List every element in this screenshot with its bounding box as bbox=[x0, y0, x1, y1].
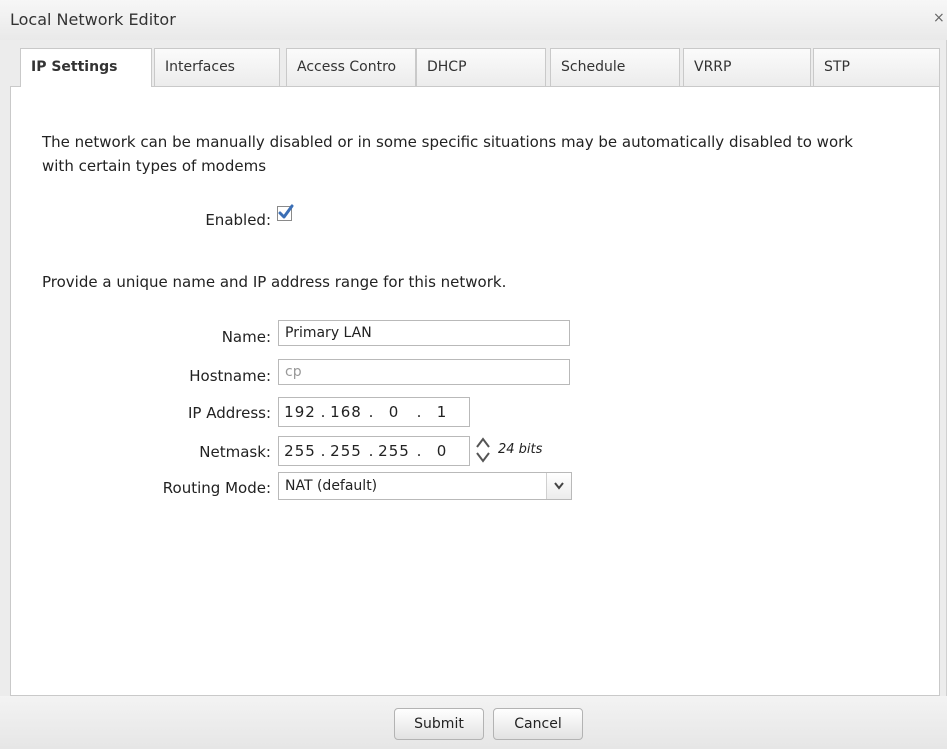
netmask-field[interactable]: 255 . 255 . 255 . 0 bbox=[278, 436, 470, 466]
netmask-separator: . bbox=[416, 442, 422, 460]
netmask-separator: . bbox=[368, 442, 374, 460]
tab-interfaces[interactable]: Interfaces bbox=[154, 48, 280, 86]
netmask-octet-3[interactable]: 255 bbox=[375, 442, 413, 460]
name-field[interactable]: Primary LAN bbox=[278, 320, 570, 346]
netmask-separator: . bbox=[320, 442, 326, 460]
tab-vrrp[interactable]: VRRP bbox=[683, 48, 811, 86]
enabled-label: Enabled: bbox=[205, 211, 271, 229]
routing-mode-label: Routing Mode: bbox=[162, 479, 271, 497]
ip-separator: . bbox=[416, 403, 422, 421]
tab-dhcp[interactable]: DHCP bbox=[416, 48, 546, 86]
close-icon[interactable]: × bbox=[933, 10, 945, 26]
ip-octet-3[interactable]: 0 bbox=[375, 403, 413, 421]
name-label: Name: bbox=[221, 328, 271, 346]
netmask-label: Netmask: bbox=[199, 443, 271, 461]
tab-ip-settings[interactable]: IP Settings bbox=[20, 48, 152, 87]
spinner-arrows-icon bbox=[476, 437, 490, 463]
tab-schedule[interactable]: Schedule bbox=[550, 48, 680, 86]
routing-mode-value: NAT (default) bbox=[285, 478, 378, 494]
netmask-octet-1[interactable]: 255 bbox=[281, 442, 319, 460]
local-network-editor-dialog: Local Network Editor × IP Settings Inter… bbox=[0, 0, 947, 749]
range-description: Provide a unique name and IP address ran… bbox=[42, 273, 507, 291]
tab-access-control[interactable]: Access Contro bbox=[286, 48, 416, 86]
routing-mode-select[interactable]: NAT (default) bbox=[278, 472, 572, 500]
dialog-footer: Submit Cancel bbox=[0, 696, 947, 749]
dialog-title: Local Network Editor bbox=[10, 10, 176, 29]
enabled-checkbox[interactable] bbox=[277, 204, 294, 221]
checkmark-icon bbox=[278, 204, 294, 219]
chevron-down-icon[interactable] bbox=[546, 473, 571, 499]
netmask-bits: 24 bits bbox=[498, 442, 543, 457]
netmask-octet-2[interactable]: 255 bbox=[327, 442, 365, 460]
ip-separator: . bbox=[320, 403, 326, 421]
ip-octet-2[interactable]: 168 bbox=[327, 403, 365, 421]
cancel-button[interactable]: Cancel bbox=[493, 708, 583, 740]
tab-stp[interactable]: STP bbox=[813, 48, 940, 86]
submit-button[interactable]: Submit bbox=[394, 708, 484, 740]
hostname-field[interactable]: cp bbox=[278, 359, 570, 385]
ip-octet-1[interactable]: 192 bbox=[281, 403, 319, 421]
netmask-spinner[interactable] bbox=[473, 434, 493, 466]
dialog-titlebar: Local Network Editor × bbox=[0, 0, 947, 40]
tab-bar: IP Settings Interfaces Access Contro DHC… bbox=[0, 40, 947, 87]
netmask-octet-4[interactable]: 0 bbox=[423, 442, 461, 460]
ip-address-label: IP Address: bbox=[187, 404, 271, 422]
hostname-label: Hostname: bbox=[189, 367, 271, 385]
ip-separator: . bbox=[368, 403, 374, 421]
ip-address-field[interactable]: 192 . 168 . 0 . 1 bbox=[278, 397, 470, 427]
network-description: The network can be manually disabled or … bbox=[42, 133, 853, 175]
ip-octet-4[interactable]: 1 bbox=[423, 403, 461, 421]
